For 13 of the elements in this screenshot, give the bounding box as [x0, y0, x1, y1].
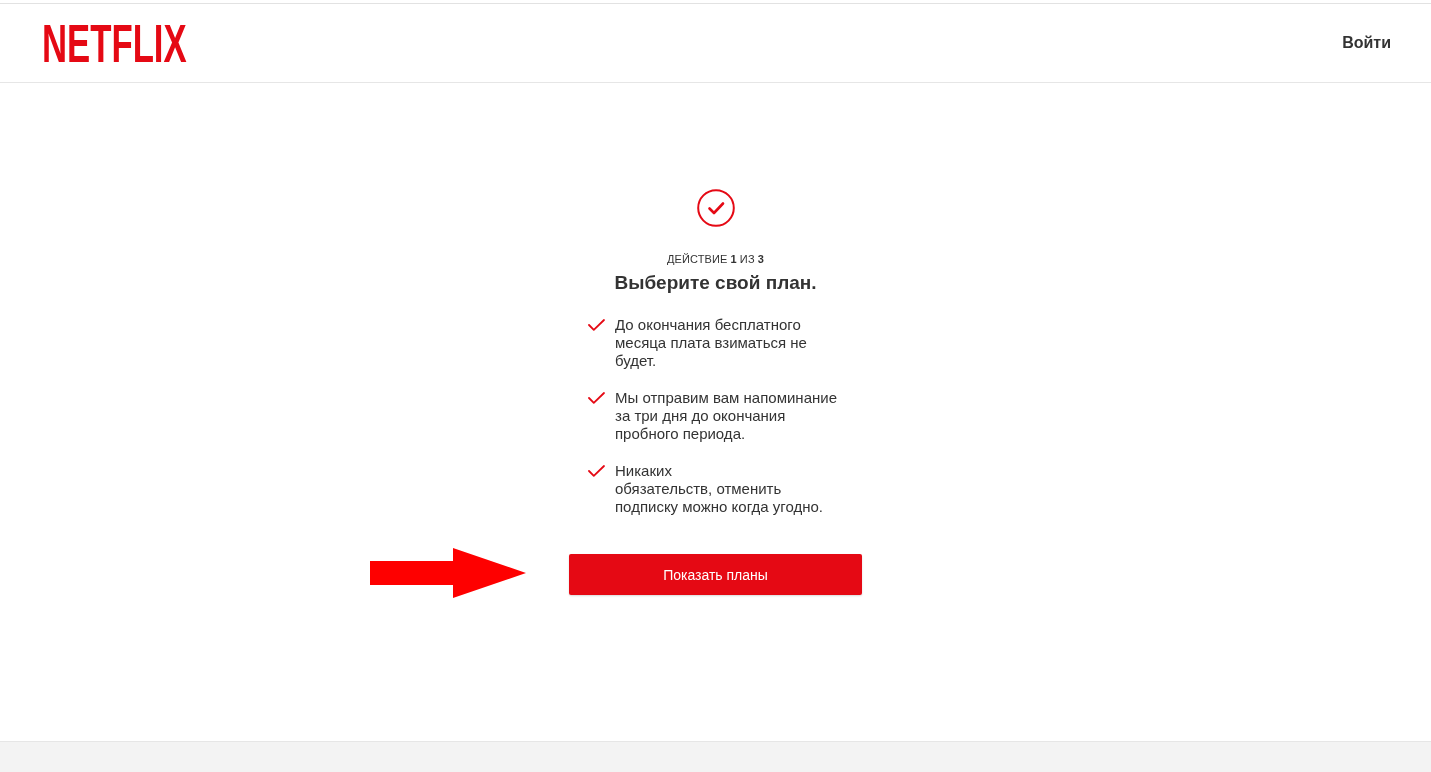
show-plans-button[interactable]: Показать планы — [569, 554, 862, 595]
benefit-text: Мы отправим вам напоминание за три дня до окончания пробного периода. — [615, 389, 838, 443]
check-circle-icon — [696, 189, 735, 227]
logo[interactable]: NETFLIX — [42, 24, 187, 64]
arrow-icon — [370, 548, 526, 598]
check-icon — [588, 465, 605, 477]
benefit-text: До окончания бесплатного месяца плата взиматься не будет. — [615, 316, 808, 370]
check-icon — [588, 319, 605, 331]
benefit-text: Никаких обязательств, отменить подписку можно когда угодно. — [615, 462, 824, 516]
sign-in-link[interactable]: Войти — [1342, 34, 1391, 52]
step-indicator: ДЕЙСТВИЕ 1 ИЗ 3 — [666, 252, 764, 266]
check-icon — [588, 392, 605, 404]
page-title: Выберите свой план. — [614, 272, 817, 294]
